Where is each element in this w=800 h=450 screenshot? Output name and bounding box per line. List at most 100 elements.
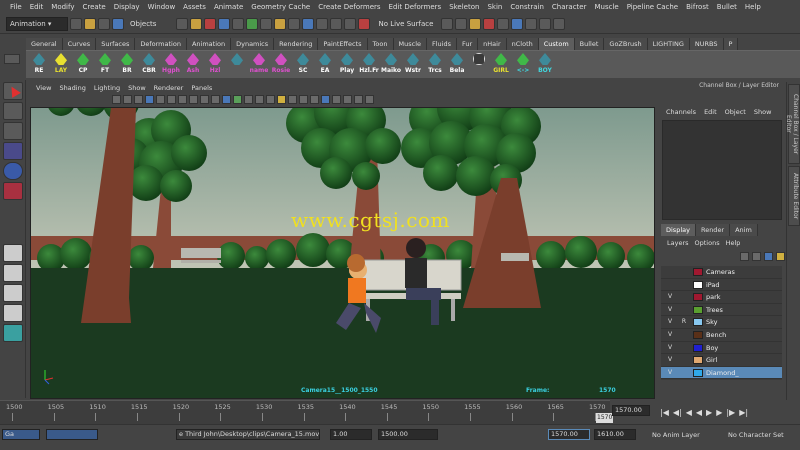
persp-outliner-layout-icon[interactable] <box>3 284 23 302</box>
step-back-icon[interactable]: ◀ <box>686 408 692 417</box>
menu-create-deformers[interactable]: Create Deformers <box>314 0 384 14</box>
xray-active-icon[interactable] <box>365 95 374 104</box>
layer-tab-anim[interactable]: Anim <box>730 224 758 236</box>
layer-visibility-toggle[interactable] <box>664 280 676 290</box>
panel-menu-panels[interactable]: Panels <box>187 84 216 92</box>
smooth-shade-icon[interactable] <box>233 95 242 104</box>
panel-menu-lighting[interactable]: Lighting <box>90 84 124 92</box>
shelf-button-boy[interactable]: BOY <box>534 51 556 79</box>
shelf-button-hzl[interactable]: Hzl <box>204 51 226 79</box>
playback-end-field[interactable]: 1570.00 <box>548 429 590 440</box>
shelf-tab-curves[interactable]: Curves <box>62 38 97 50</box>
select-by-misc-icon[interactable] <box>274 17 287 30</box>
layer-row[interactable]: V R Sky <box>661 316 782 329</box>
layer-reference-toggle[interactable] <box>678 267 690 277</box>
play-back-icon[interactable]: ◀ <box>696 408 702 417</box>
step-forward-key-icon[interactable]: |▶ <box>726 408 735 417</box>
shelf-tab-fur[interactable]: Fur <box>456 38 479 50</box>
xray-joints-icon[interactable] <box>299 95 308 104</box>
step-back-key-icon[interactable]: ◀| <box>673 408 682 417</box>
select-by-dynamic-icon[interactable] <box>246 17 259 30</box>
layer-color-swatch[interactable] <box>693 318 703 327</box>
snap-plane-icon[interactable] <box>344 17 357 30</box>
select-hierarchy-icon[interactable] <box>112 17 124 30</box>
shelf-tab-animation[interactable]: Animation <box>186 38 232 50</box>
new-scene-icon[interactable] <box>70 17 82 30</box>
select-by-curve-icon[interactable] <box>204 17 217 30</box>
layer-menu-options[interactable]: Options <box>692 239 723 247</box>
toggle-channel-icon[interactable] <box>553 17 566 30</box>
shelf-button-play[interactable]: Play <box>336 51 358 79</box>
shelf-button-rosie[interactable]: Rosie <box>270 51 292 79</box>
channel-menu-show[interactable]: Show <box>750 106 776 118</box>
layer-tab-render[interactable]: Render <box>695 224 731 236</box>
select-tool-icon[interactable] <box>3 82 23 100</box>
layer-row[interactable]: V Trees <box>661 304 782 317</box>
layer-visibility-toggle[interactable]: V <box>664 343 676 353</box>
layer-reference-toggle[interactable] <box>678 292 690 302</box>
hypershade-icon[interactable] <box>497 17 510 30</box>
layer-row[interactable]: Vpark <box>661 291 782 304</box>
layer-reference-toggle[interactable] <box>678 305 690 315</box>
shelf-button-ft[interactable]: FT <box>94 51 116 79</box>
menu-window[interactable]: Window <box>144 0 180 14</box>
shelf-button-blank20[interactable] <box>468 51 490 79</box>
select-by-joint-icon[interactable] <box>190 17 203 30</box>
character-set-label[interactable]: No Character Set <box>728 431 784 439</box>
viewport-3d[interactable]: www.cgtsj.com Camera15__1500_1550 Frame:… <box>30 107 655 399</box>
toggle-tool-icon[interactable] <box>539 17 552 30</box>
camera-attr-icon[interactable] <box>123 95 132 104</box>
snap-grid-icon[interactable] <box>302 17 315 30</box>
field-chart-icon[interactable] <box>200 95 209 104</box>
layer-reference-toggle[interactable] <box>678 343 690 353</box>
layer-reference-toggle[interactable] <box>678 280 690 290</box>
start-time-field[interactable]: 1.00 <box>330 429 372 440</box>
shelf-tab-gozbrush[interactable]: GoZBrush <box>604 38 648 50</box>
shelf-tab-rendering[interactable]: Rendering <box>274 38 319 50</box>
shelf-button-hzlfr[interactable]: Hzl.Fr <box>358 51 380 79</box>
go-to-end-icon[interactable]: ▶| <box>739 408 748 417</box>
shelf-button-br[interactable]: BR <box>116 51 138 79</box>
layer-reference-toggle[interactable] <box>678 330 690 340</box>
channel-menu-object[interactable]: Object <box>721 106 750 118</box>
toggle-attribute-icon[interactable] <box>525 17 538 30</box>
panel-menu-renderer[interactable]: Renderer <box>150 84 188 92</box>
move-layer-down-icon[interactable] <box>752 252 761 261</box>
gate-mask-icon[interactable] <box>189 95 198 104</box>
time-slider[interactable]: 1500 1505 1510 1515 1520 1525 1530 1535 1540 1545… <box>0 400 614 424</box>
shelf-button-hgph[interactable]: Hgph <box>160 51 182 79</box>
shelf-button-cbr[interactable]: CBR <box>138 51 160 79</box>
layer-visibility-toggle[interactable] <box>664 267 676 277</box>
shelf-tab-fluids[interactable]: Fluids <box>427 38 457 50</box>
layer-visibility-toggle[interactable]: V <box>664 330 676 340</box>
layer-color-swatch[interactable] <box>693 356 703 365</box>
layer-row[interactable]: V Bench <box>661 329 782 342</box>
menu-bifrost[interactable]: Bifrost <box>682 0 713 14</box>
menu-edit[interactable]: Edit <box>26 0 48 14</box>
persp-graph-layout-icon[interactable] <box>3 304 23 322</box>
play-forward-icon[interactable]: ▶ <box>706 408 712 417</box>
menu-geometry-cache[interactable]: Geometry Cache <box>247 0 314 14</box>
new-layer-icon[interactable] <box>764 252 773 261</box>
go-to-start-icon[interactable]: |◀ <box>660 408 669 417</box>
layer-menu-layers[interactable]: Layers <box>664 239 692 247</box>
move-tool-icon[interactable] <box>3 142 23 160</box>
select-by-deform-icon[interactable] <box>232 17 245 30</box>
shelf-tab-lighting[interactable]: LIGHTING <box>647 38 690 50</box>
current-time-field[interactable]: 1570.00 <box>612 405 650 416</box>
taskbar-button[interactable]: Ga <box>2 429 40 440</box>
snap-curve-icon[interactable] <box>316 17 329 30</box>
menu-modify[interactable]: Modify <box>47 0 78 14</box>
move-layer-up-icon[interactable] <box>740 252 749 261</box>
menu-assets[interactable]: Assets <box>179 0 210 14</box>
clip-path-field[interactable]: e Third John\Desktop\clips\Camera_15.mov <box>176 429 320 440</box>
menu-edit-deformers[interactable]: Edit Deformers <box>385 0 446 14</box>
select-by-render-icon[interactable] <box>260 17 273 30</box>
panel-menu-show[interactable]: Show <box>124 84 150 92</box>
hypershade-layout-icon[interactable] <box>3 324 23 342</box>
wireframe-icon[interactable] <box>222 95 231 104</box>
shelf-tab-ncloth[interactable]: nCloth <box>506 38 539 50</box>
layer-color-swatch[interactable] <box>693 280 703 289</box>
make-live-icon[interactable] <box>358 17 371 30</box>
side-tab-attribute-editor[interactable]: Attribute Editor <box>788 166 800 226</box>
